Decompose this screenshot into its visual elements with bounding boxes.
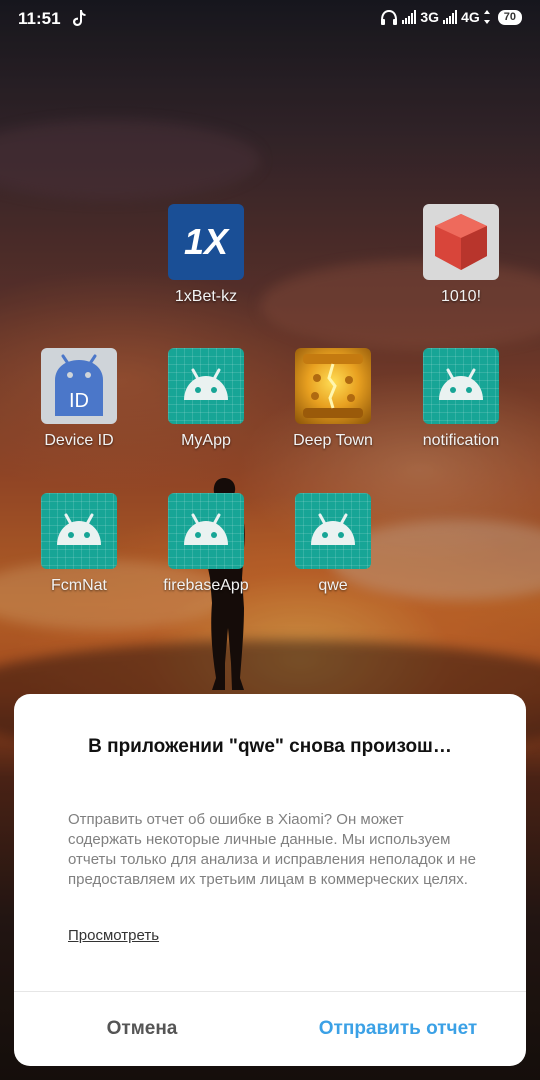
red-cube-icon <box>423 204 499 280</box>
android-icon <box>423 348 499 424</box>
app-label: qwe <box>318 577 348 594</box>
app-label: 1xBet-kz <box>174 288 238 305</box>
status-bar: 11:51 3G 4G 70 <box>0 0 540 38</box>
app-label: MyApp <box>181 432 231 449</box>
app-firebaseapp[interactable]: firebaseApp <box>142 493 270 595</box>
dialog-title: В приложении "qwe" снова произош… <box>88 736 452 757</box>
tiktok-icon <box>73 10 86 26</box>
dialog-message: Отправить отчет об ошибке в Xiaomi? Он м… <box>68 811 476 888</box>
app-label: Deep Town <box>293 432 373 449</box>
app-deep-town[interactable]: Deep Town <box>269 348 397 450</box>
send-report-button[interactable]: Отправить отчет <box>270 992 526 1066</box>
signal-icon <box>402 10 417 24</box>
app-label: FcmNat <box>51 577 107 594</box>
app-device-id[interactable]: ID Device ID <box>15 348 143 450</box>
cancel-button[interactable]: Отмена <box>14 992 270 1066</box>
app-notification[interactable]: notification <box>397 348 525 450</box>
battery-icon: 70 <box>497 9 522 25</box>
status-time: 11:51 <box>18 9 61 28</box>
android-icon <box>168 348 244 424</box>
status-right-group: 3G 4G 70 <box>380 9 522 25</box>
app-label: notification <box>422 432 500 449</box>
android-icon <box>295 493 371 569</box>
view-report-link[interactable]: Просмотреть <box>68 927 159 944</box>
app-fcmnat[interactable]: FcmNat <box>15 493 143 595</box>
app-1010[interactable]: 1010! <box>397 204 525 306</box>
app-label: 1010! <box>440 288 482 305</box>
deep-town-icon <box>295 348 371 424</box>
app-qwe[interactable]: qwe <box>269 493 397 595</box>
network-type-2: 4G <box>461 9 480 25</box>
app-label: Device ID <box>44 432 114 449</box>
android-icon <box>41 493 117 569</box>
data-arrows-icon <box>483 10 490 24</box>
device-id-icon: ID <box>41 348 117 424</box>
signal-icon <box>443 10 458 24</box>
1xbet-icon: 1X <box>168 204 244 280</box>
headphones-icon <box>381 9 398 25</box>
network-type-1: 3G <box>420 9 440 25</box>
app-label: firebaseApp <box>163 577 249 594</box>
crash-dialog: В приложении "qwe" снова произош… Отправ… <box>14 694 526 1066</box>
app-myapp[interactable]: MyApp <box>142 348 270 450</box>
app-1xbet[interactable]: 1X 1xBet-kz <box>142 204 270 306</box>
android-icon <box>168 493 244 569</box>
